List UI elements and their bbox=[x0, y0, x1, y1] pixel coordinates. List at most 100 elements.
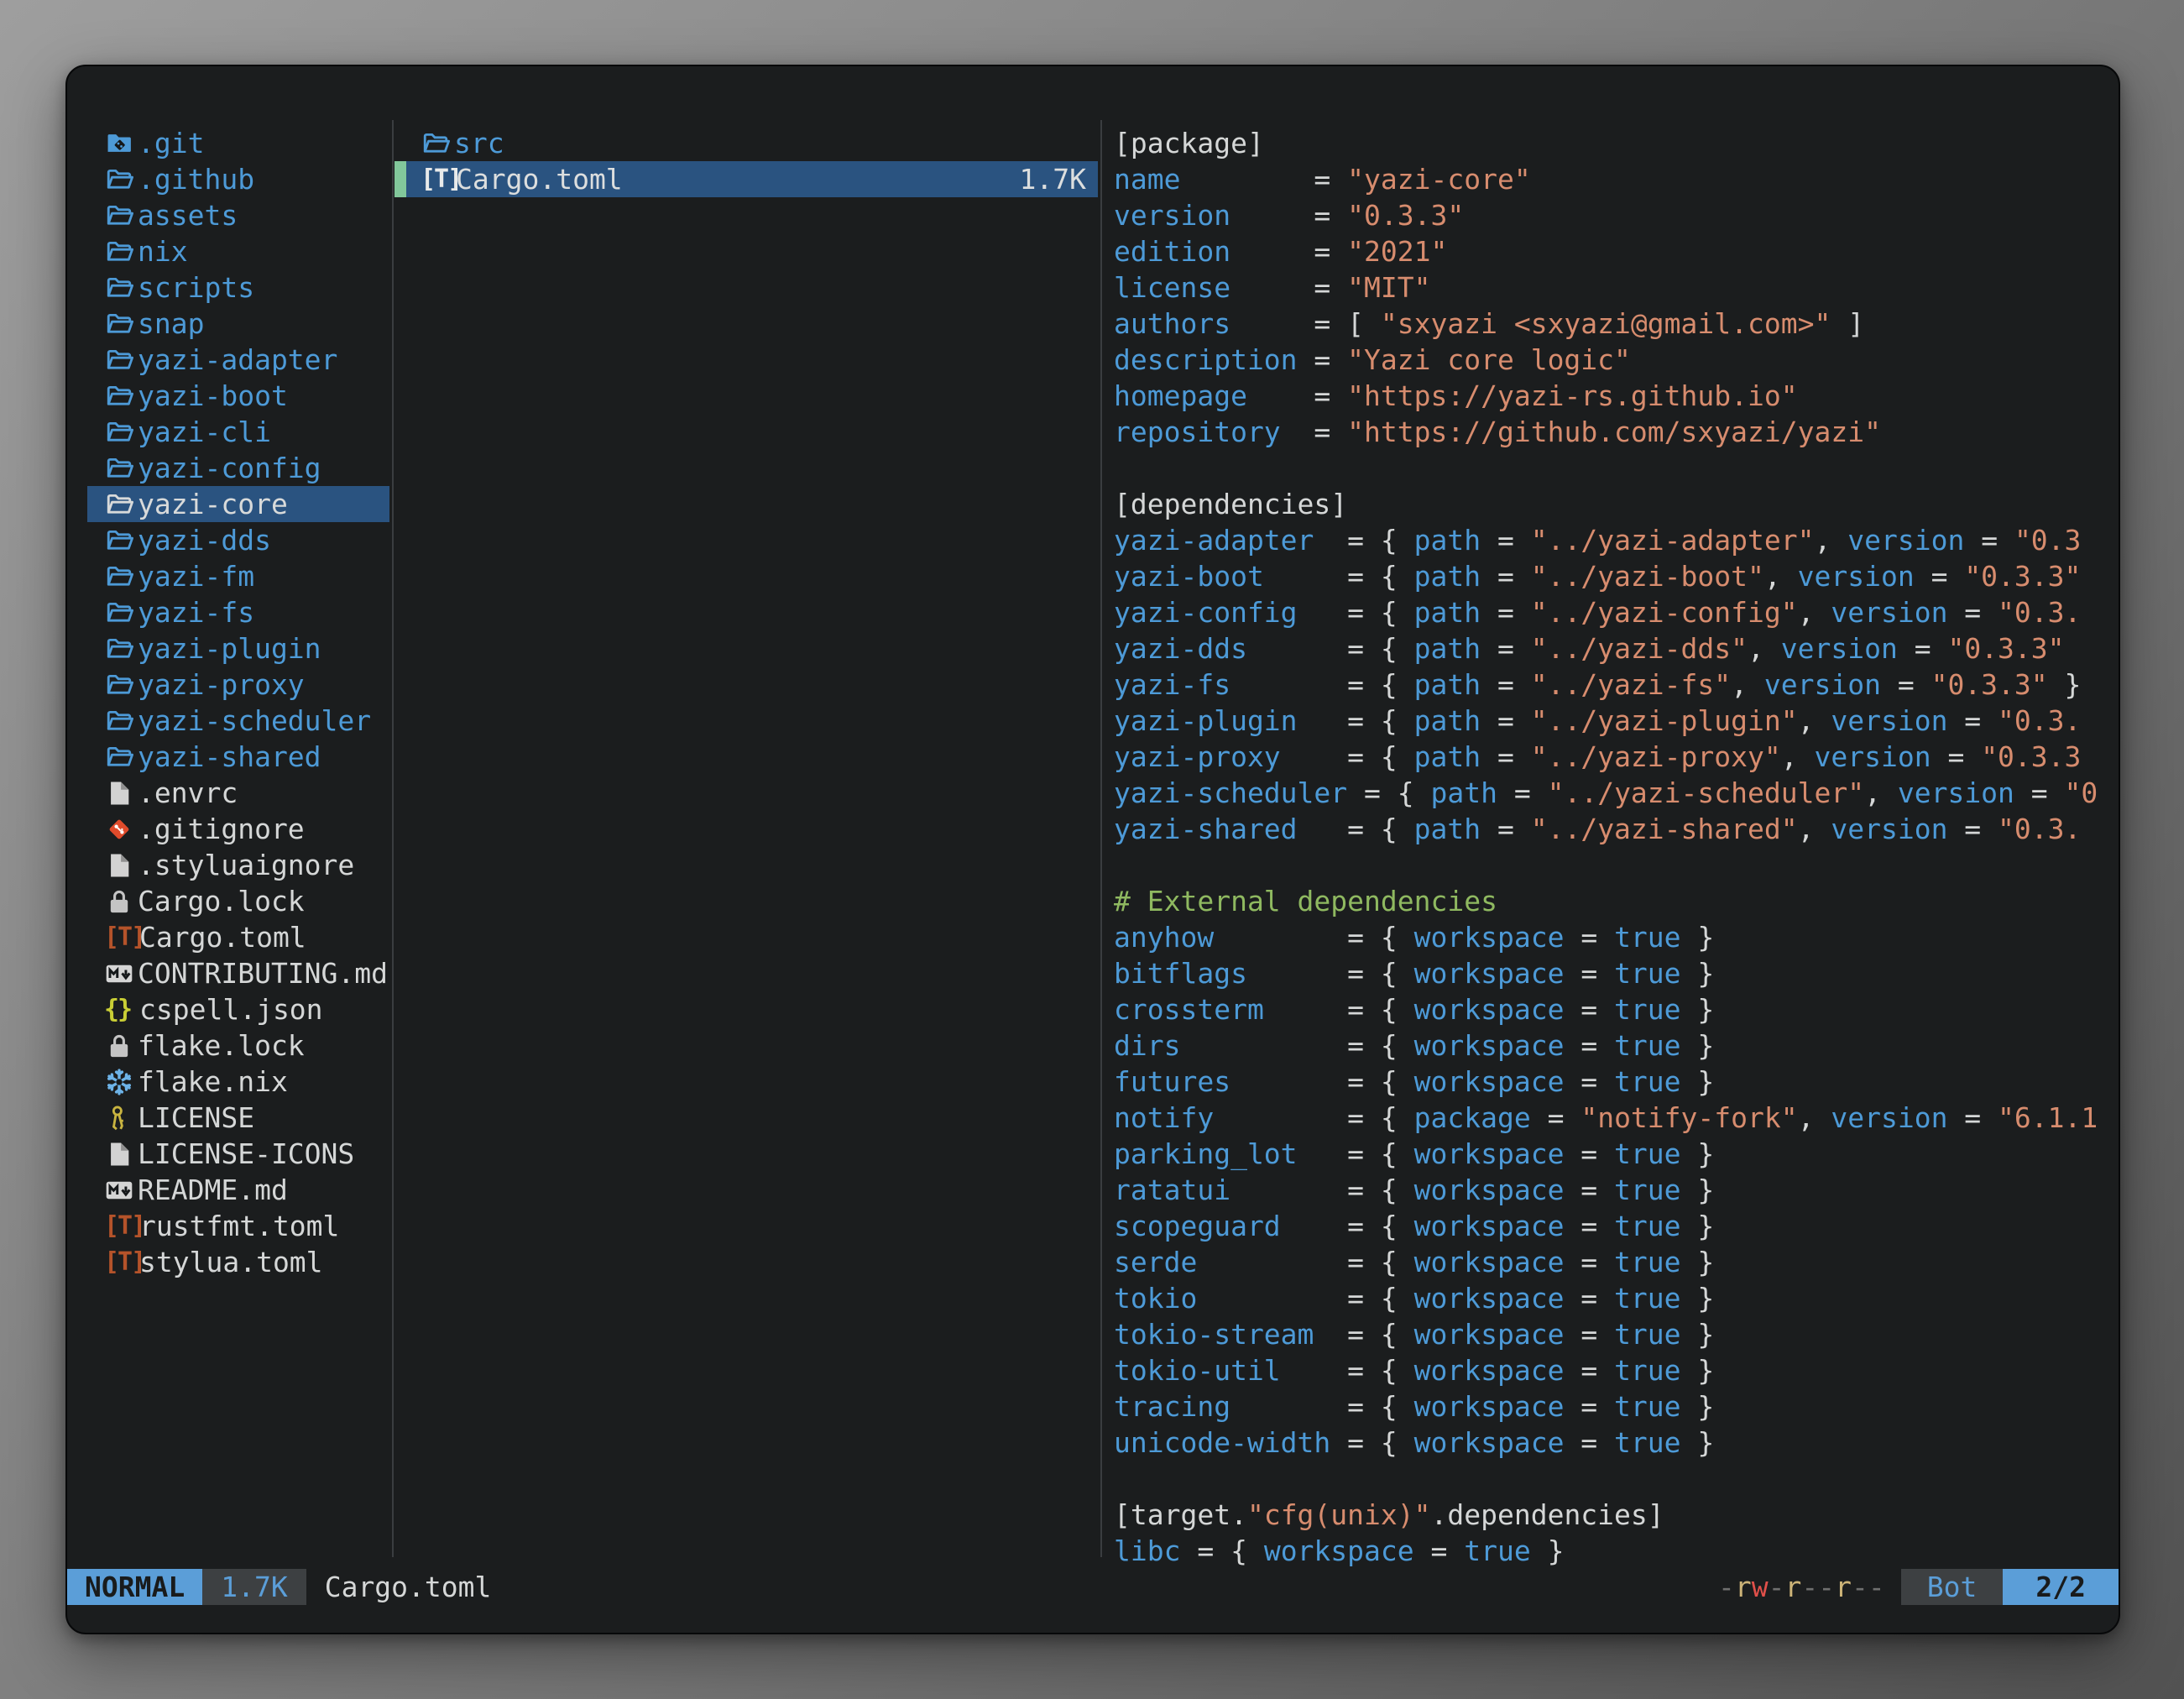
preview-line: # External dependencies bbox=[1114, 883, 2119, 919]
file-name: yazi-boot bbox=[138, 379, 288, 412]
preview-line: dirs = { workspace = true } bbox=[1114, 1027, 2119, 1064]
preview-line: serde = { workspace = true } bbox=[1114, 1244, 2119, 1280]
lock-icon bbox=[104, 886, 134, 917]
toml-icon: [T] bbox=[104, 923, 138, 952]
file-row-content: nix bbox=[87, 233, 389, 269]
file-name: LICENSE-ICONS bbox=[138, 1137, 354, 1170]
current-pane: src[T]Cargo.toml1.7K bbox=[394, 125, 1098, 1569]
file-name: scripts bbox=[138, 271, 254, 304]
file-row-assets[interactable]: assets bbox=[87, 197, 389, 233]
file-name: flake.nix bbox=[138, 1065, 288, 1098]
file-name: yazi-fm bbox=[138, 560, 254, 593]
file-row-stylua-toml[interactable]: [T]stylua.toml bbox=[87, 1244, 389, 1280]
file-row-content: yazi-scheduler bbox=[87, 703, 389, 739]
file-name: yazi-dds bbox=[138, 524, 271, 557]
nix-icon bbox=[104, 1067, 134, 1097]
file-row-yazi-adapter[interactable]: yazi-adapter bbox=[87, 342, 389, 378]
file-row-content: .styluaignore bbox=[87, 847, 389, 883]
pane-separator bbox=[1100, 120, 1102, 1557]
file-row-yazi-boot[interactable]: yazi-boot bbox=[87, 378, 389, 414]
preview-line: authors = [ "sxyazi <sxyazi@gmail.com>" … bbox=[1114, 306, 2119, 342]
file-row-content: .envrc bbox=[87, 775, 389, 811]
file-row-content: CONTRIBUTING.md bbox=[87, 955, 389, 991]
file-row-yazi-plugin[interactable]: yazi-plugin bbox=[87, 630, 389, 667]
file-row-content: yazi-adapter bbox=[87, 342, 389, 378]
file-row--git[interactable]: .git bbox=[87, 125, 389, 161]
file-row-rustfmt-toml[interactable]: [T]rustfmt.toml bbox=[87, 1208, 389, 1244]
folder-open-icon bbox=[104, 453, 134, 484]
folder-open-icon bbox=[104, 309, 134, 339]
file-name: snap bbox=[138, 307, 204, 340]
file-row-content: Cargo.lock bbox=[87, 883, 389, 919]
file-row-yazi-fm[interactable]: yazi-fm bbox=[87, 558, 389, 594]
file-row-cspell-json[interactable]: {}cspell.json bbox=[87, 991, 389, 1027]
status-bar-right: -rw-r--r-- Bot 2/2 bbox=[1718, 1569, 2119, 1605]
file-row-src[interactable]: src bbox=[394, 125, 1098, 161]
preview-line: repository = "https://github.com/sxyazi/… bbox=[1114, 414, 2119, 450]
file-icon bbox=[104, 778, 134, 808]
file-row-flake-lock[interactable]: flake.lock bbox=[87, 1027, 389, 1064]
file-row-yazi-cli[interactable]: yazi-cli bbox=[87, 414, 389, 450]
file-row-yazi-config[interactable]: yazi-config bbox=[87, 450, 389, 486]
file-row--styluaignore[interactable]: .styluaignore bbox=[87, 847, 389, 883]
file-row-flake-nix[interactable]: flake.nix bbox=[87, 1064, 389, 1100]
file-name: yazi-cli bbox=[138, 416, 271, 448]
file-row-content: .gitignore bbox=[87, 811, 389, 847]
markdown-icon bbox=[104, 959, 134, 989]
file-row-license-icons[interactable]: LICENSE-ICONS bbox=[87, 1136, 389, 1172]
file-row-readme-md[interactable]: README.md bbox=[87, 1172, 389, 1208]
file-row-yazi-dds[interactable]: yazi-dds bbox=[87, 522, 389, 558]
file-row-content: yazi-shared bbox=[87, 739, 389, 775]
mode-indicator: NORMAL bbox=[67, 1569, 202, 1605]
preview-line bbox=[1114, 847, 2119, 883]
preview-line: tokio-util = { workspace = true } bbox=[1114, 1352, 2119, 1388]
preview-pane: [package]name = "yazi-core"version = "0.… bbox=[1114, 125, 2119, 1569]
file-row--envrc[interactable]: .envrc bbox=[87, 775, 389, 811]
file-row--gitignore[interactable]: .gitignore bbox=[87, 811, 389, 847]
file-row-content: yazi-proxy bbox=[87, 667, 389, 703]
file-row-cargo-toml[interactable]: [T]Cargo.toml bbox=[87, 919, 389, 955]
permissions-label: -rw-r--r-- bbox=[1718, 1571, 1885, 1603]
file-icon bbox=[104, 850, 134, 881]
file-row-content: yazi-config bbox=[87, 450, 389, 486]
file-name: yazi-shared bbox=[138, 740, 321, 773]
file-row-scripts[interactable]: scripts bbox=[87, 269, 389, 306]
preview-line: anyhow = { workspace = true } bbox=[1114, 919, 2119, 955]
file-row-yazi-proxy[interactable]: yazi-proxy bbox=[87, 667, 389, 703]
file-row-cargo-lock[interactable]: Cargo.lock bbox=[87, 883, 389, 919]
file-row-nix[interactable]: nix bbox=[87, 233, 389, 269]
folder-open-icon bbox=[104, 489, 134, 520]
file-row--github[interactable]: .github bbox=[87, 161, 389, 197]
preview-line: yazi-scheduler = { path = "../yazi-sched… bbox=[1114, 775, 2119, 811]
scroll-position-badge: Bot bbox=[1901, 1569, 2004, 1605]
folder-open-icon bbox=[104, 417, 134, 447]
preview-line: [target."cfg(unix)".dependencies] bbox=[1114, 1497, 2119, 1533]
file-row-yazi-scheduler[interactable]: yazi-scheduler bbox=[87, 703, 389, 739]
file-row-license[interactable]: LICENSE bbox=[87, 1100, 389, 1136]
preview-line: tracing = { workspace = true } bbox=[1114, 1388, 2119, 1425]
file-row-cargo-toml[interactable]: [T]Cargo.toml1.7K bbox=[394, 161, 1098, 197]
folder-open-icon bbox=[104, 634, 134, 664]
preview-line: tokio = { workspace = true } bbox=[1114, 1280, 2119, 1316]
file-name: .styluaignore bbox=[138, 849, 354, 881]
preview-line: bitflags = { workspace = true } bbox=[1114, 955, 2119, 991]
file-row-content: yazi-plugin bbox=[87, 630, 389, 667]
file-row-snap[interactable]: snap bbox=[87, 306, 389, 342]
file-row-yazi-core[interactable]: yazi-core bbox=[87, 486, 389, 522]
file-row-yazi-shared[interactable]: yazi-shared bbox=[87, 739, 389, 775]
preview-line: name = "yazi-core" bbox=[1114, 161, 2119, 197]
file-name: LICENSE bbox=[138, 1101, 254, 1134]
file-name: yazi-fs bbox=[138, 596, 254, 629]
folder-open-icon bbox=[104, 201, 134, 231]
file-size-badge: 1.7K bbox=[202, 1569, 306, 1605]
file-name: yazi-core bbox=[138, 488, 288, 520]
file-row-content: src bbox=[406, 125, 1098, 161]
file-name: rustfmt.toml bbox=[139, 1210, 339, 1242]
folder-open-icon bbox=[104, 562, 134, 592]
key-icon bbox=[104, 1103, 134, 1133]
toml-icon: [T] bbox=[421, 165, 454, 194]
git-ignore-icon bbox=[104, 814, 134, 844]
file-row-contributing-md[interactable]: CONTRIBUTING.md bbox=[87, 955, 389, 991]
file-row-yazi-fs[interactable]: yazi-fs bbox=[87, 594, 389, 630]
file-name: yazi-config bbox=[138, 452, 321, 484]
